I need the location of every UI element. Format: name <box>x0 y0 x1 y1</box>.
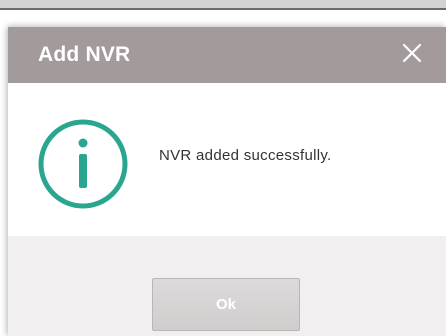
add-nvr-dialog: Add NVR NVR added successfully. Ok <box>8 27 446 336</box>
dialog-footer: Ok <box>8 236 446 336</box>
close-icon <box>402 43 422 63</box>
background-window-edge <box>0 0 446 16</box>
dialog-content: NVR added successfully. <box>8 83 446 236</box>
background-window-frame <box>0 0 446 10</box>
dialog-title: Add NVR <box>38 43 131 66</box>
ok-button[interactable]: Ok <box>152 278 300 331</box>
status-message: NVR added successfully. <box>159 147 332 164</box>
info-icon <box>36 117 130 211</box>
dialog-titlebar: Add NVR <box>8 27 446 83</box>
close-button[interactable] <box>398 39 426 67</box>
